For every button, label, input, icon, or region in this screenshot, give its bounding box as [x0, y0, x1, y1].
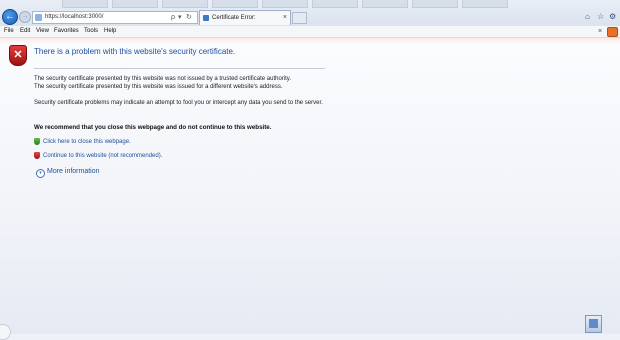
red-shield-icon: [34, 152, 40, 159]
close-tab-icon[interactable]: ×: [283, 11, 287, 25]
menu-tools[interactable]: Tools: [84, 26, 98, 37]
favorites-icon[interactable]: ☆: [597, 12, 604, 21]
background-tab[interactable]: [212, 0, 258, 8]
gear-icon[interactable]: ⚙: [609, 12, 616, 21]
warning-band: [0, 38, 620, 44]
background-tab[interactable]: [412, 0, 458, 8]
cert-issue-line-1: The security certificate presented by th…: [34, 76, 292, 82]
tab-certificate-error[interactable]: Certificate Error: Navigation... ×: [199, 10, 291, 35]
shield-x-icon: ✕: [9, 45, 27, 66]
address-bar[interactable]: https://localhost:3000/ ρ ▾ ↻: [32, 11, 198, 24]
menu-file[interactable]: File: [4, 26, 14, 37]
recommendation-text: We recommend that you close this webpage…: [34, 124, 272, 131]
more-information-link[interactable]: More information: [47, 168, 100, 175]
forward-arrow-icon: →: [21, 13, 29, 20]
background-tab[interactable]: [112, 0, 158, 8]
divider: [34, 68, 325, 69]
addon-icon[interactable]: [607, 27, 618, 37]
cert-issue-line-2: The security certificate presented by th…: [34, 84, 283, 90]
home-icon[interactable]: ⌂: [585, 12, 590, 21]
green-shield-icon: [34, 138, 40, 145]
menu-view[interactable]: View: [36, 26, 49, 37]
background-tab[interactable]: [312, 0, 358, 8]
background-tab[interactable]: [362, 0, 408, 8]
menu-bar: File Edit View Favorites Tools Help ×: [0, 26, 620, 38]
close-menu-icon[interactable]: ×: [598, 26, 602, 37]
page-title: There is a problem with this website's s…: [34, 47, 236, 56]
back-button[interactable]: ←: [2, 9, 18, 25]
close-webpage-link[interactable]: Click here to close this webpage.: [43, 139, 131, 145]
tab-favicon-icon: [203, 15, 209, 21]
new-tab-button[interactable]: [292, 12, 307, 24]
forward-button[interactable]: →: [19, 11, 31, 23]
background-tab[interactable]: [462, 0, 508, 8]
error-page: ✕ There is a problem with this website's…: [0, 38, 620, 334]
background-tab[interactable]: [262, 0, 308, 8]
background-tab[interactable]: [62, 0, 108, 8]
dropdown-icon[interactable]: ▾: [178, 12, 182, 23]
site-favicon-icon: [35, 14, 42, 21]
background-tabs: [0, 0, 560, 8]
search-icon[interactable]: ρ: [171, 12, 175, 23]
cert-warning-paragraph: Security certificate problems may indica…: [34, 100, 323, 106]
address-url[interactable]: https://localhost:3000/: [45, 12, 103, 23]
menu-favorites[interactable]: Favorites: [54, 26, 79, 37]
expand-circle-icon[interactable]: ▾: [36, 169, 45, 178]
start-orb[interactable]: [0, 324, 11, 340]
continue-website-link[interactable]: Continue to this website (not recommende…: [43, 153, 162, 159]
taskbar-icon[interactable]: [585, 315, 602, 333]
menu-edit[interactable]: Edit: [20, 26, 30, 37]
menu-help[interactable]: Help: [104, 26, 116, 37]
refresh-icon[interactable]: ↻: [186, 12, 192, 23]
window-icon: [589, 319, 598, 328]
back-arrow-icon: ←: [5, 11, 15, 22]
background-tab[interactable]: [162, 0, 208, 8]
browser-toolbar: ← → https://localhost:3000/ ρ ▾ ↻ Certif…: [0, 0, 620, 35]
